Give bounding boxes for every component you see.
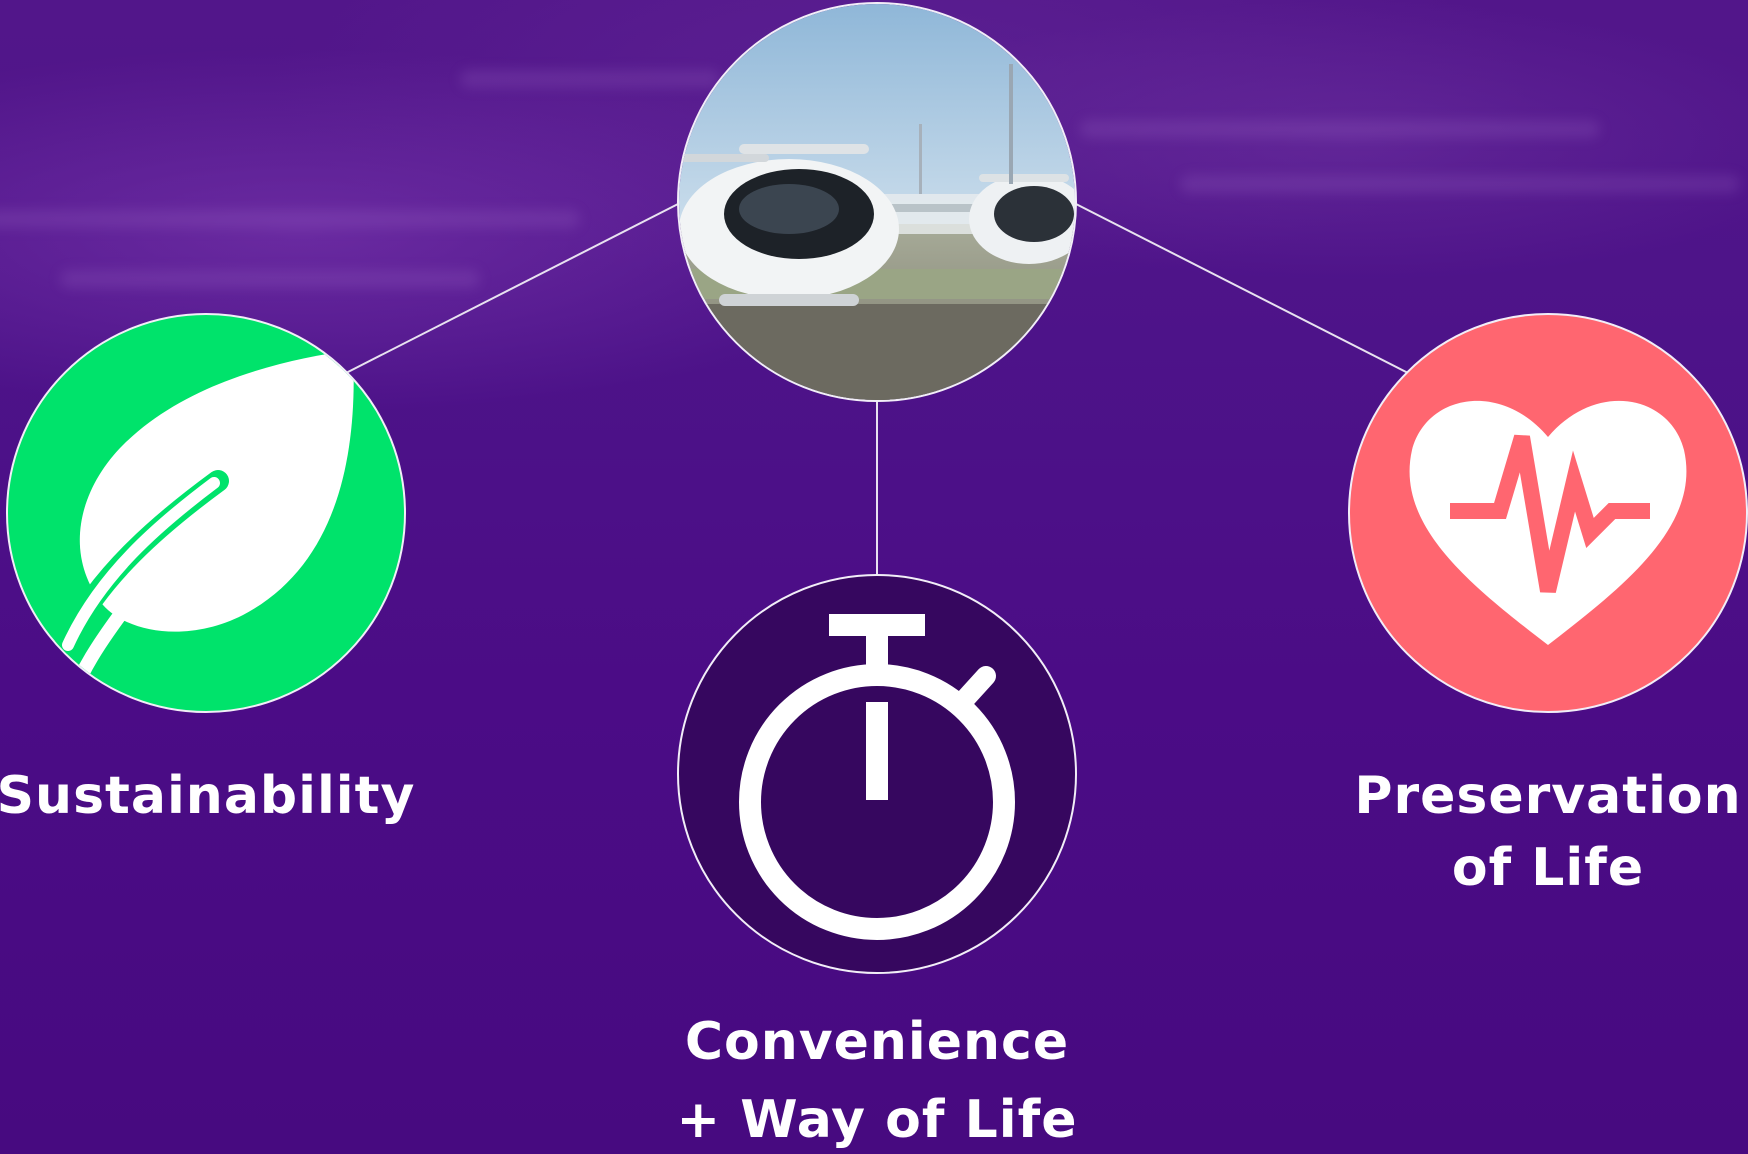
sustainability-node <box>6 313 406 713</box>
sustainability-label: Sustainability <box>0 760 432 832</box>
slide-background: Sustainability Convenience + Way of Life… <box>0 0 1748 1154</box>
convenience-node <box>677 574 1077 974</box>
sustainability-label-line: Sustainability <box>0 766 416 826</box>
center-drone-photo <box>677 2 1077 402</box>
preservation-label: Preservation of Life <box>1348 760 1748 904</box>
convenience-label: Convenience + Way of Life <box>602 1003 1152 1154</box>
flying-passenger-drone-photo <box>679 4 1075 400</box>
leaf-icon <box>55 350 354 704</box>
preservation-label-line-2: of Life <box>1451 838 1645 898</box>
preservation-label-line-1: Preservation <box>1354 766 1742 826</box>
heart-pulse-icon <box>1409 400 1687 645</box>
convenience-label-line-2: + Way of Life <box>676 1090 1078 1150</box>
preservation-node <box>1348 313 1748 713</box>
stopwatch-icon <box>739 614 1015 940</box>
convenience-label-line-1: Convenience <box>684 1012 1070 1072</box>
